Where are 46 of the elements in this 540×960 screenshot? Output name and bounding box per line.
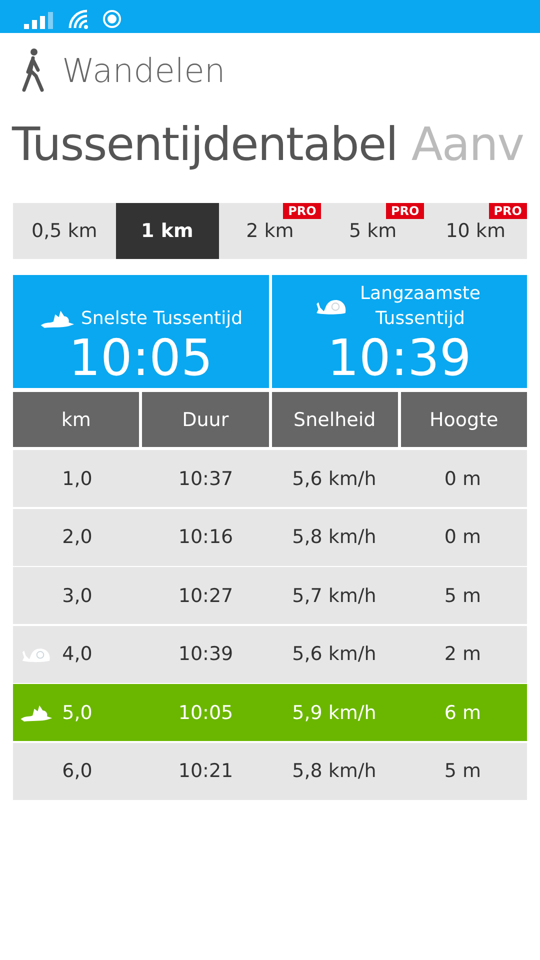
table-cell: 6,0	[62, 760, 92, 782]
pro-badge: PRO	[283, 203, 322, 219]
table-cell: 6 m	[444, 702, 482, 724]
pro-badge: PRO	[386, 203, 424, 219]
summary-time: 10:39	[327, 331, 472, 386]
column-header: Hoogte	[400, 392, 527, 447]
wifi-icon	[68, 9, 90, 29]
table-cell: 2 m	[444, 643, 482, 665]
walking-person-icon	[22, 48, 46, 92]
table-cell: 5,9 km/h	[292, 702, 376, 724]
table-cell: 5 m	[444, 760, 482, 782]
distance-tab[interactable]: 1 km	[141, 220, 194, 242]
table-cell: 1,0	[62, 468, 92, 490]
signal-icon	[24, 11, 56, 29]
table-cell: 10:37	[178, 468, 234, 490]
table-cell: 5,7 km/h	[292, 584, 376, 606]
table-cell: 4,0	[62, 643, 92, 665]
table-cell: 5,8 km/h	[292, 526, 376, 548]
distance-tab[interactable]: 10 km	[446, 220, 506, 242]
table-cell: 10:16	[178, 526, 234, 548]
summary-label: Snelste Tussentijd	[80, 306, 243, 331]
table-cell: 2,0	[62, 526, 92, 548]
table-cell: 0 m	[444, 468, 482, 490]
location-icon	[102, 9, 122, 29]
table-cell: 10:27	[178, 584, 234, 606]
table-cell: 3,0	[62, 584, 92, 606]
table-cell: 10:05	[178, 702, 234, 724]
distance-tab[interactable]: 5 km	[348, 220, 397, 242]
table-cell: 5,0	[62, 702, 92, 724]
table-cell: 0 m	[444, 526, 482, 548]
column-header: km	[13, 392, 140, 447]
summary-label: Langzaamste Tussentijd	[359, 282, 482, 331]
app-title: Wandelen	[62, 50, 226, 90]
table-cell: 5,6 km/h	[292, 468, 376, 490]
pro-badge: PRO	[488, 203, 527, 219]
summary-time: 10:05	[68, 331, 213, 386]
column-header: Duur	[142, 392, 268, 447]
table-cell: 10:39	[178, 643, 234, 665]
pivot-header[interactable]: Tussentijdentabel	[12, 117, 398, 179]
column-header: Snelheid	[272, 392, 398, 447]
table-cell: 10:21	[178, 760, 234, 782]
distance-tab[interactable]: 0,5 km	[32, 220, 98, 242]
table-cell: 5 m	[444, 584, 482, 606]
distance-tab[interactable]: 2 km	[246, 220, 294, 242]
table-cell: 5,8 km/h	[292, 760, 376, 782]
table-cell: 5,6 km/h	[292, 643, 376, 665]
